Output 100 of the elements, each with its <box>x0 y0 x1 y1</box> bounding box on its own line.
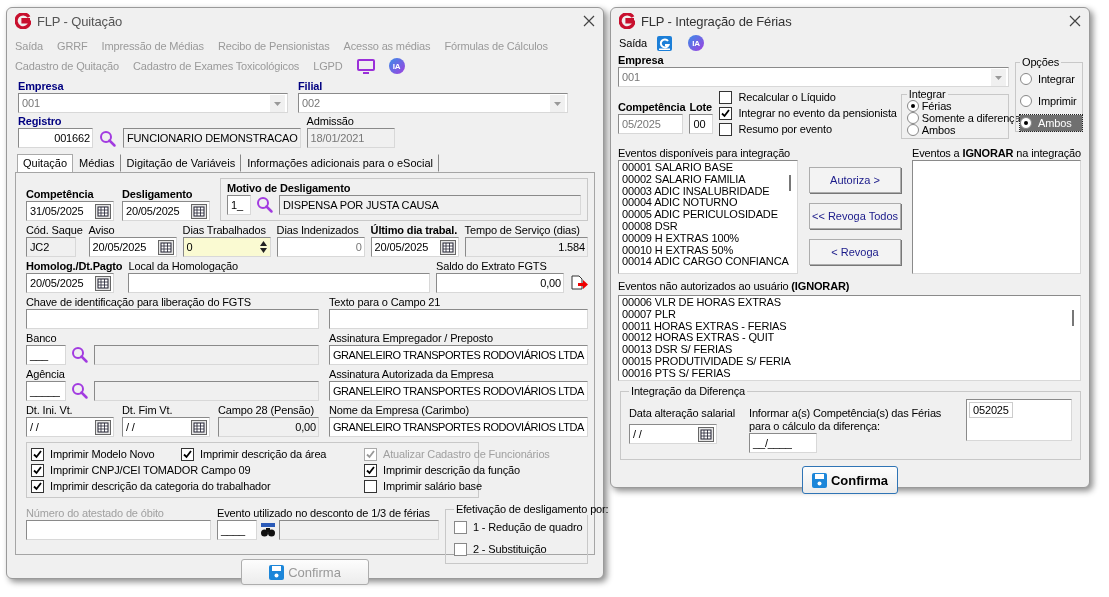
list-item[interactable]: 00002 SALARIO FAMILIA <box>622 173 794 186</box>
radio-button[interactable] <box>1020 95 1032 107</box>
competencia-field[interactable]: __/____ <box>749 433 817 453</box>
list-item[interactable]: 00012 HORAS EXTRAS - QUIT <box>622 332 1077 345</box>
checkbox[interactable] <box>31 447 44 461</box>
amount-field[interactable]: 0,00 <box>436 273 564 293</box>
list-item[interactable]: 00009 H EXTRAS 100% <box>622 232 794 245</box>
text-field[interactable]: GRANELEIRO TRANSPORTES RODOVIÁRIOS LTDA <box>329 381 588 401</box>
checkbox[interactable] <box>364 479 377 493</box>
date-field[interactable]: / / <box>629 424 717 444</box>
action-button[interactable]: Autoriza > <box>809 167 901 193</box>
close-icon[interactable] <box>583 15 595 27</box>
ai-badge[interactable]: IA <box>388 58 405 74</box>
code-field[interactable]: ___ <box>26 345 66 365</box>
close-icon[interactable] <box>1069 15 1081 27</box>
search-icon[interactable] <box>71 382 89 400</box>
text-field[interactable]: 00 <box>689 114 714 134</box>
description-field[interactable]: DISPENSA POR JUSTA CAUSA <box>279 195 581 215</box>
description-field[interactable] <box>94 345 319 365</box>
list-item[interactable]: 00004 ADIC NOTURNO <box>622 197 794 210</box>
list-item[interactable]: 00010 H EXTRAS 50% <box>622 244 794 257</box>
monitor-icon[interactable] <box>356 58 375 74</box>
checkbox[interactable] <box>454 520 467 534</box>
radio-button[interactable] <box>1020 117 1032 129</box>
checkbox[interactable] <box>454 542 467 556</box>
empresa-dropdown[interactable]: 001 <box>18 93 288 113</box>
calendar-icon[interactable] <box>95 203 111 219</box>
text-field[interactable]: GRANELEIRO TRANSPORTES RODOVIÁRIOS LTDA <box>329 345 588 365</box>
calendar-icon[interactable] <box>191 203 207 219</box>
date-field[interactable]: 18/01/2021 <box>306 128 395 148</box>
date-field[interactable]: 20/05/2025 <box>88 237 177 257</box>
text-field[interactable]: 05/2025 <box>618 114 683 134</box>
search-icon[interactable] <box>256 196 274 214</box>
list-item[interactable]: 00015 PRODUTIVIDADE S/ FERIA <box>622 356 1077 368</box>
code-field[interactable]: _____ <box>26 381 66 401</box>
list-item[interactable]: 052025 <box>969 402 1013 418</box>
checkbox[interactable] <box>181 447 194 461</box>
search-icon[interactable] <box>71 346 89 364</box>
date-field[interactable]: 20/05/2025 <box>122 201 210 221</box>
list-item[interactable]: 00003 ADIC INSALUBRIDADE <box>622 185 794 198</box>
calendar-icon[interactable] <box>95 275 111 291</box>
list-item[interactable]: 00016 PTS S/ FERIAS <box>622 367 1077 380</box>
calendar-icon[interactable] <box>157 239 174 255</box>
menu-item[interactable]: Saída <box>619 37 647 49</box>
number-field[interactable]: 0 <box>182 237 271 257</box>
scrollbar-thumb[interactable] <box>789 175 791 191</box>
spinner-icon[interactable] <box>258 239 268 255</box>
registro-field[interactable]: 001662 <box>18 128 93 148</box>
tab[interactable]: Quitação <box>17 154 74 172</box>
action-button[interactable]: << Revoga Todos <box>809 203 901 229</box>
calendar-icon[interactable] <box>191 419 207 435</box>
empresa-dropdown[interactable]: 001 <box>618 67 1009 87</box>
binoculars-icon[interactable] <box>260 522 276 538</box>
code-field[interactable]: ____ <box>217 520 257 540</box>
code-field[interactable]: 1_ <box>227 195 251 215</box>
list-item[interactable]: 00014 ADIC CARGO CONFIANCA <box>622 256 794 269</box>
list-item[interactable]: 00013 DSR S/ FERIAS <box>622 344 1077 356</box>
description-field[interactable] <box>94 381 319 401</box>
checkbox[interactable] <box>719 90 733 104</box>
scrollbar-thumb[interactable] <box>1072 310 1074 326</box>
confirm-button[interactable]: Confirma <box>802 466 898 494</box>
date-field[interactable]: 20/05/2025 <box>26 273 114 293</box>
list-item[interactable]: 00006 VLR DE HORAS EXTRAS <box>622 297 1077 309</box>
radio-button[interactable] <box>906 124 919 136</box>
list-item[interactable]: 00008 DSR <box>622 221 794 233</box>
checkbox[interactable] <box>719 122 733 136</box>
checkbox[interactable] <box>31 479 44 493</box>
app-icon[interactable] <box>657 35 672 51</box>
text-field[interactable] <box>128 273 430 293</box>
radio-button[interactable] <box>906 100 919 112</box>
export-icon[interactable] <box>570 275 588 291</box>
list-item[interactable]: 00005 ADIC PERICULOSIDADE <box>622 209 794 221</box>
description-field[interactable] <box>279 520 439 540</box>
text-field[interactable]: GRANELEIRO TRANSPORTES RODOVIÁRIOS LTDA <box>329 417 588 437</box>
radio-button[interactable] <box>1020 73 1032 85</box>
list-item[interactable]: 00007 PLR <box>622 308 1077 321</box>
text-field[interactable] <box>26 309 319 329</box>
date-field[interactable]: / / <box>26 417 114 437</box>
search-icon[interactable] <box>99 130 117 148</box>
radio-button[interactable] <box>906 112 919 124</box>
action-button[interactable]: < Revoga <box>809 239 901 265</box>
date-field[interactable]: 31/05/2025 <box>26 201 114 221</box>
list-item[interactable]: 00001 SALARIO BASE <box>622 162 794 174</box>
calendar-icon[interactable] <box>698 426 714 442</box>
date-field[interactable]: / / <box>122 417 210 437</box>
checkbox[interactable] <box>31 463 44 477</box>
text-field[interactable] <box>329 309 588 329</box>
calendar-icon[interactable] <box>95 419 111 435</box>
checkbox[interactable] <box>364 463 377 477</box>
filial-dropdown[interactable]: 002 <box>298 93 568 113</box>
ai-badge[interactable]: IA <box>688 35 704 51</box>
date-field[interactable]: 20/05/2025 <box>370 237 459 257</box>
text-field[interactable] <box>26 520 211 540</box>
number-field[interactable]: 1.584 <box>464 237 588 257</box>
amount-field[interactable]: 0,00 <box>218 417 319 437</box>
code-field[interactable]: JC2 <box>26 237 76 257</box>
list-item[interactable]: 00011 HORAS EXTRAS - FERIAS <box>622 320 1077 333</box>
number-field[interactable]: 0 <box>276 237 365 257</box>
name-field[interactable]: FUNCIONARIO DEMONSTRACAO <box>123 128 301 148</box>
calendar-icon[interactable] <box>439 239 456 255</box>
